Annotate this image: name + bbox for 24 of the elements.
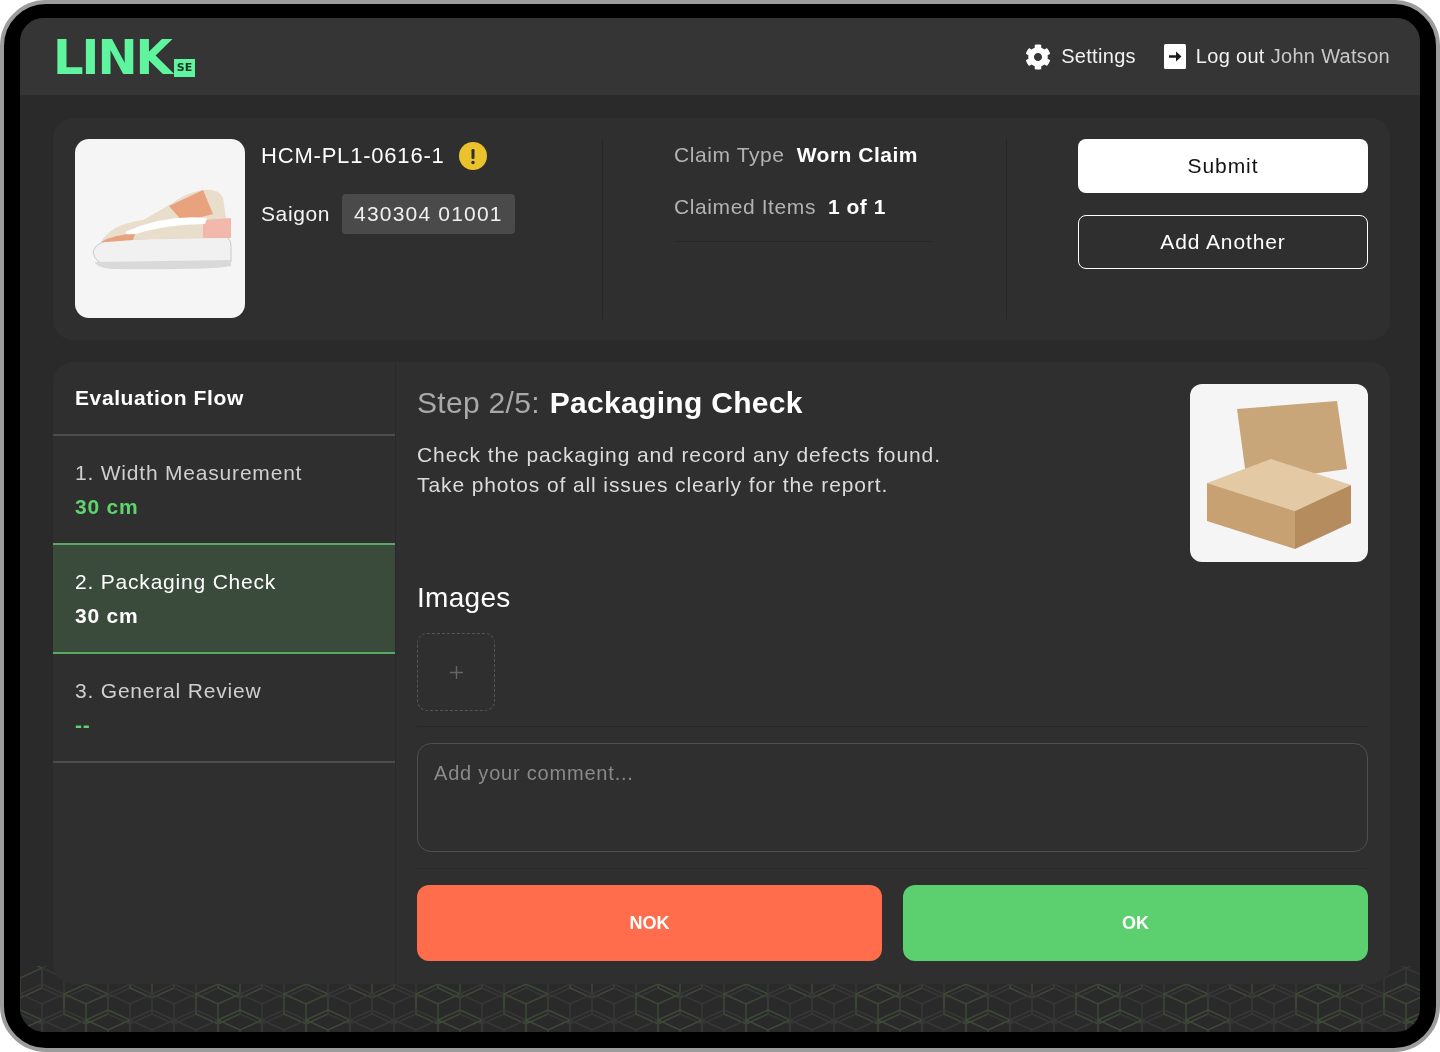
- logout-link[interactable]: Log out John Watson: [1163, 44, 1390, 69]
- comment-field[interactable]: Add your comment...: [417, 743, 1368, 852]
- flow-step[interactable]: 2. Packaging Check 30 cm: [53, 545, 395, 654]
- step-title: Packaging Check: [549, 385, 803, 421]
- location-label: Saigon: [261, 202, 330, 226]
- field-label: Claimed Items: [674, 194, 816, 220]
- upload-tile[interactable]: [417, 633, 495, 711]
- step-description: Check the packaging and record any defects found. Take photos of all issues clearly for the report.: [417, 442, 941, 498]
- plus-icon: [449, 665, 463, 679]
- step-counter: Step 2/5:: [417, 385, 540, 421]
- claim-id: HCM-PL1-0616-1: [261, 142, 445, 170]
- field-label: Claim Type: [674, 142, 785, 168]
- flow-step[interactable]: 3. General Review --: [53, 654, 395, 763]
- settings-link[interactable]: Settings: [1025, 43, 1136, 70]
- submit-button[interactable]: Submit: [1078, 139, 1368, 193]
- logo-badge: SE: [173, 58, 196, 77]
- code-chip: 430304 01001: [342, 194, 515, 234]
- add-another-button[interactable]: Add Another: [1078, 215, 1368, 269]
- field-value: 1 of 1: [828, 194, 886, 220]
- flow-title: Evaluation Flow: [53, 362, 395, 436]
- logout-icon: [1163, 44, 1186, 69]
- settings-icon: [1025, 43, 1052, 70]
- field-value: Worn Claim: [796, 142, 918, 168]
- images-heading: Images: [417, 581, 511, 615]
